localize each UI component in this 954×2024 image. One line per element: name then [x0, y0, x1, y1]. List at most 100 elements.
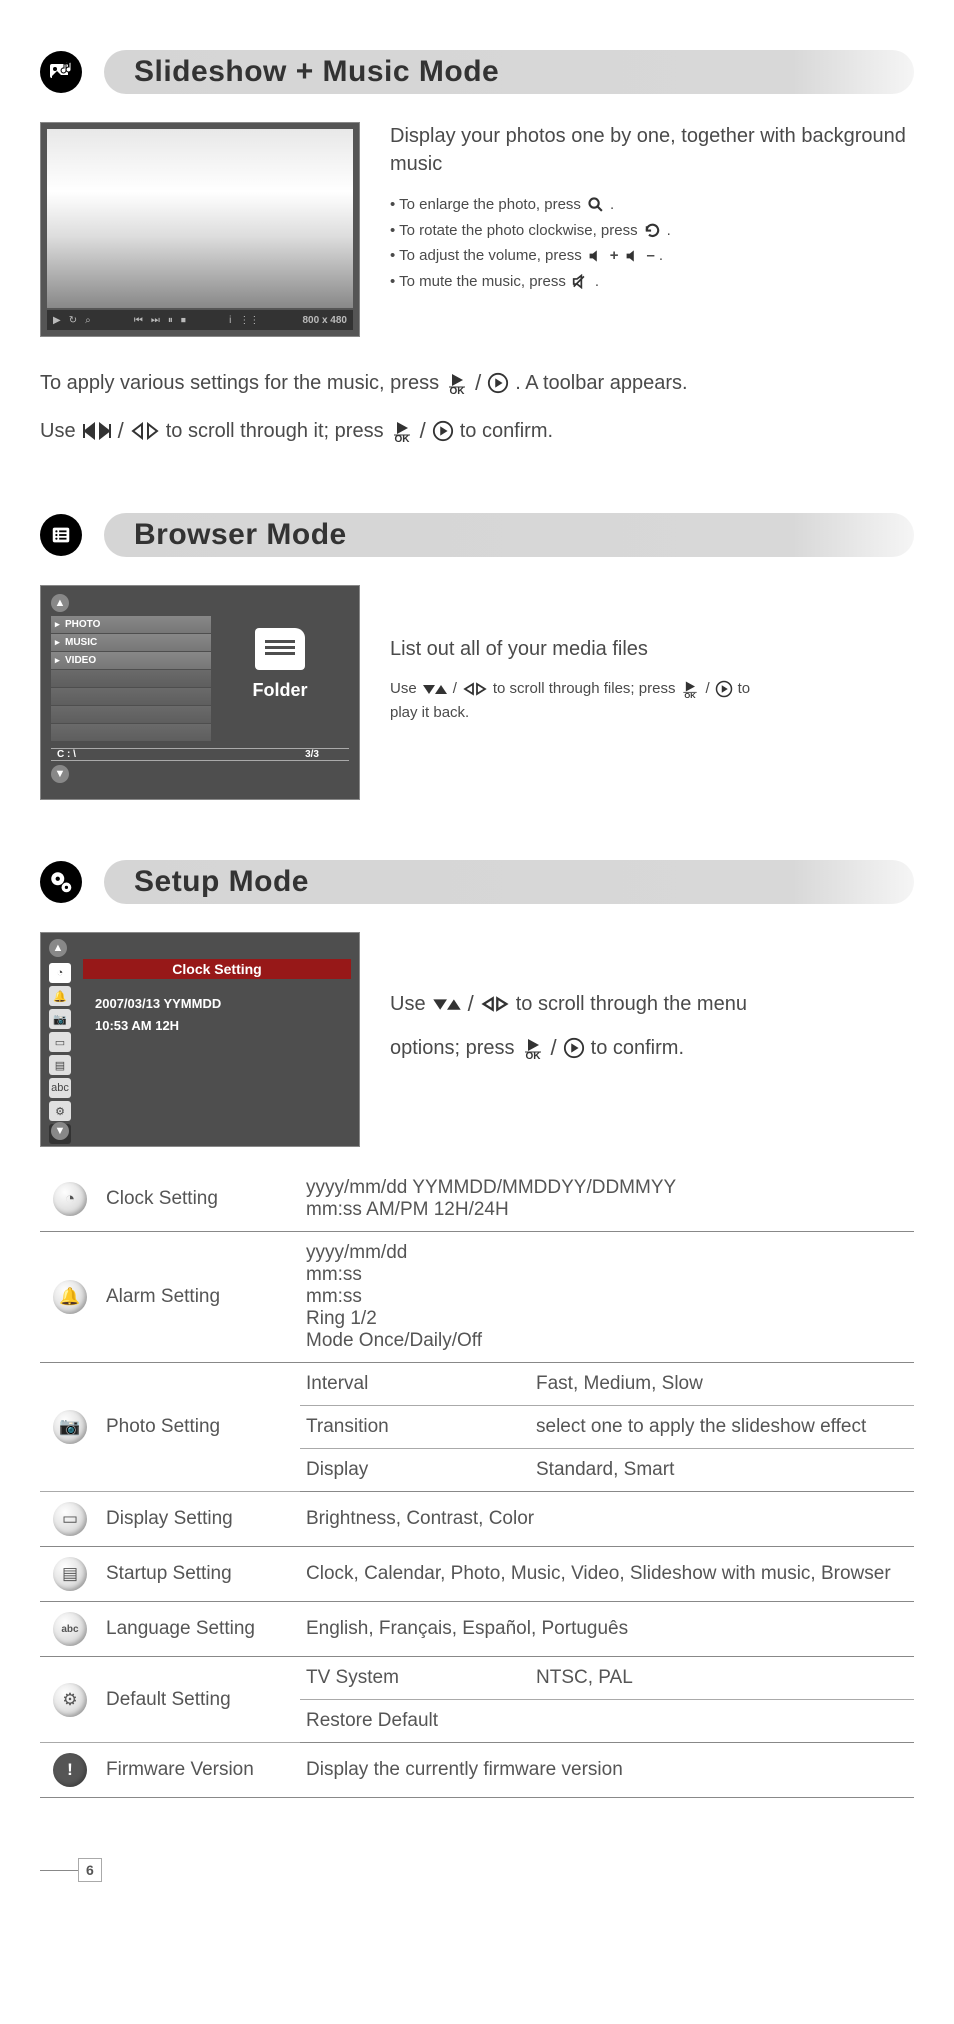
row-photo-1: 📷 Photo Setting Interval Fast, Medium, S…: [40, 1363, 914, 1406]
text: to scroll through it; press: [166, 411, 384, 451]
clock-mini-icon: ◔: [49, 963, 71, 983]
slideshow-bullets: • To enlarge the photo, press . • To rot…: [390, 192, 914, 294]
lang-mini-icon: abc: [49, 1078, 71, 1098]
setting-label: Photo Setting: [100, 1363, 300, 1492]
gears-icon: [40, 861, 82, 903]
bullet-text: .: [659, 243, 663, 269]
play-ok-icon: OK: [388, 419, 416, 443]
count-label: 3/3: [305, 749, 319, 760]
row-alarm: 🔔 Alarm Setting yyyy/mm/dd mm:ss mm:ss R…: [40, 1232, 914, 1363]
default-subvalue: NTSC, PAL: [530, 1657, 914, 1700]
down-up-solid-icon: [420, 682, 450, 696]
down-up-solid-icon: [430, 996, 464, 1012]
photo-sublabel: Transition: [300, 1406, 530, 1449]
browser-screenshot: ▲ PHOTO MUSIC VIDEO Folder C : \ 3/3 ▼: [40, 585, 360, 800]
setting-value: mm:ss AM/PM 12H/24H: [306, 1199, 908, 1221]
folder-label: Folder: [211, 680, 349, 701]
row-startup: ▤ Startup Setting Clock, Calendar, Photo…: [40, 1547, 914, 1602]
clock-icon: ◔: [53, 1182, 87, 1216]
setting-label: Clock Setting: [100, 1167, 300, 1232]
file-item-video: VIDEO: [51, 652, 211, 669]
row-display: ▭ Display Setting Brightness, Contrast, …: [40, 1492, 914, 1547]
down-arrow-icon: ▼: [51, 765, 69, 783]
exclaim-icon: !: [53, 1753, 87, 1787]
page-number-value: 6: [78, 1858, 102, 1882]
file-item-photo: PHOTO: [51, 616, 211, 633]
page-number: 6: [40, 1858, 914, 1882]
text: to confirm.: [591, 1028, 684, 1068]
row-language: abc Language Setting English, Français, …: [40, 1602, 914, 1657]
section-title: Slideshow + Music Mode: [104, 50, 914, 94]
settings-table: ◔ Clock Setting yyyy/mm/dd YYMMDD/MMDDYY…: [40, 1167, 914, 1798]
section-title: Setup Mode: [104, 860, 914, 904]
play-circle-icon: [713, 680, 735, 698]
up-arrow-icon: ▲: [49, 939, 67, 957]
section-title: Browser Mode: [104, 513, 914, 557]
slideshow-para-2: Use / to scroll through it; press OK / t…: [40, 409, 914, 453]
section-browser: Browser Mode ▲ PHOTO MUSIC VIDEO Folder …: [40, 513, 914, 800]
default-sublabel: TV System: [300, 1657, 530, 1700]
file-item-music: MUSIC: [51, 634, 211, 651]
left-right-outline-icon: [478, 996, 512, 1012]
photo-subvalue: Standard, Smart: [530, 1449, 914, 1492]
magnify-icon: [585, 196, 606, 213]
browser-description: List out all of your media files: [390, 635, 914, 663]
setting-value: yyyy/mm/dd YYMMDD/MMDDYY/DDMMYY: [306, 1177, 908, 1199]
clock-setting-header: Clock Setting: [83, 959, 351, 979]
bullet-text: • To mute the music, press: [390, 269, 566, 295]
setting-value: English, Français, Español, Português: [300, 1602, 914, 1657]
resolution-label: 800 x 480: [303, 315, 348, 326]
photo-sublabel: Interval: [300, 1363, 530, 1406]
setup-instructions: Use / to scroll through the menu: [390, 982, 914, 1026]
bullet-text: • To enlarge the photo, press: [390, 192, 581, 218]
date-value: 2007/03/13 YYMMDD: [95, 993, 351, 1015]
camera-mini-icon: 📷: [49, 1009, 71, 1029]
bullet-text: • To adjust the volume, press: [390, 243, 582, 269]
setting-value: mm:ss: [306, 1264, 908, 1286]
text: to confirm.: [460, 411, 553, 451]
text: to scroll through files; press: [493, 677, 676, 701]
text: options; press: [390, 1028, 515, 1068]
photo-music-icon: [40, 51, 82, 93]
rotate-icon: [642, 222, 663, 239]
prev-next-solid-icon: [80, 422, 114, 440]
text: to scroll through the menu: [516, 984, 747, 1024]
setting-label: Default Setting: [100, 1657, 300, 1743]
up-arrow-icon: ▲: [51, 594, 69, 612]
mute-icon: [570, 274, 591, 289]
text: play it back.: [390, 701, 469, 725]
photo-subvalue: Fast, Medium, Slow: [530, 1363, 914, 1406]
section-header: Browser Mode: [40, 513, 914, 557]
default-subvalue: Restore Default: [300, 1700, 914, 1743]
text: To apply various settings for the music,…: [40, 363, 439, 403]
row-default-1: ⚙ Default Setting TV System NTSC, PAL: [40, 1657, 914, 1700]
camera-icon: 📷: [53, 1410, 87, 1444]
prev-next-outline-icon: [128, 422, 162, 440]
setting-value: Brightness, Contrast, Color: [300, 1492, 914, 1547]
section-header: Setup Mode: [40, 860, 914, 904]
setting-value: Mode Once/Daily/Off: [306, 1330, 908, 1352]
setting-label: Alarm Setting: [100, 1232, 300, 1363]
setting-label: Language Setting: [100, 1602, 300, 1657]
play-ok-icon: OK: [519, 1036, 547, 1060]
setting-value: Ring 1/2: [306, 1308, 908, 1330]
bullet-text: .: [610, 192, 614, 218]
volume-down-icon: [623, 249, 643, 263]
folder-icon: [255, 628, 305, 670]
startup-mini-icon: ▤: [49, 1055, 71, 1075]
language-icon: abc: [53, 1612, 87, 1646]
play-circle-icon: [485, 372, 511, 394]
time-value: 10:53 AM 12H: [95, 1015, 351, 1037]
text: to: [738, 677, 751, 701]
startup-icon: ▤: [53, 1557, 87, 1591]
section-setup: Setup Mode ▲ ◔ 🔔 📷 ▭ ▤ abc ⚙ ! Clock Set…: [40, 860, 914, 1798]
alarm-mini-icon: 🔔: [49, 986, 71, 1006]
row-firmware: ! Firmware Version Display the currently…: [40, 1743, 914, 1798]
monitor-icon: ▭: [53, 1502, 87, 1536]
alarm-icon: 🔔: [53, 1280, 87, 1314]
setting-label: Firmware Version: [100, 1743, 300, 1798]
default-mini-icon: ⚙: [49, 1101, 71, 1121]
text: Use: [40, 411, 76, 451]
setting-value: mm:ss: [306, 1286, 908, 1308]
text: Use: [390, 984, 426, 1024]
